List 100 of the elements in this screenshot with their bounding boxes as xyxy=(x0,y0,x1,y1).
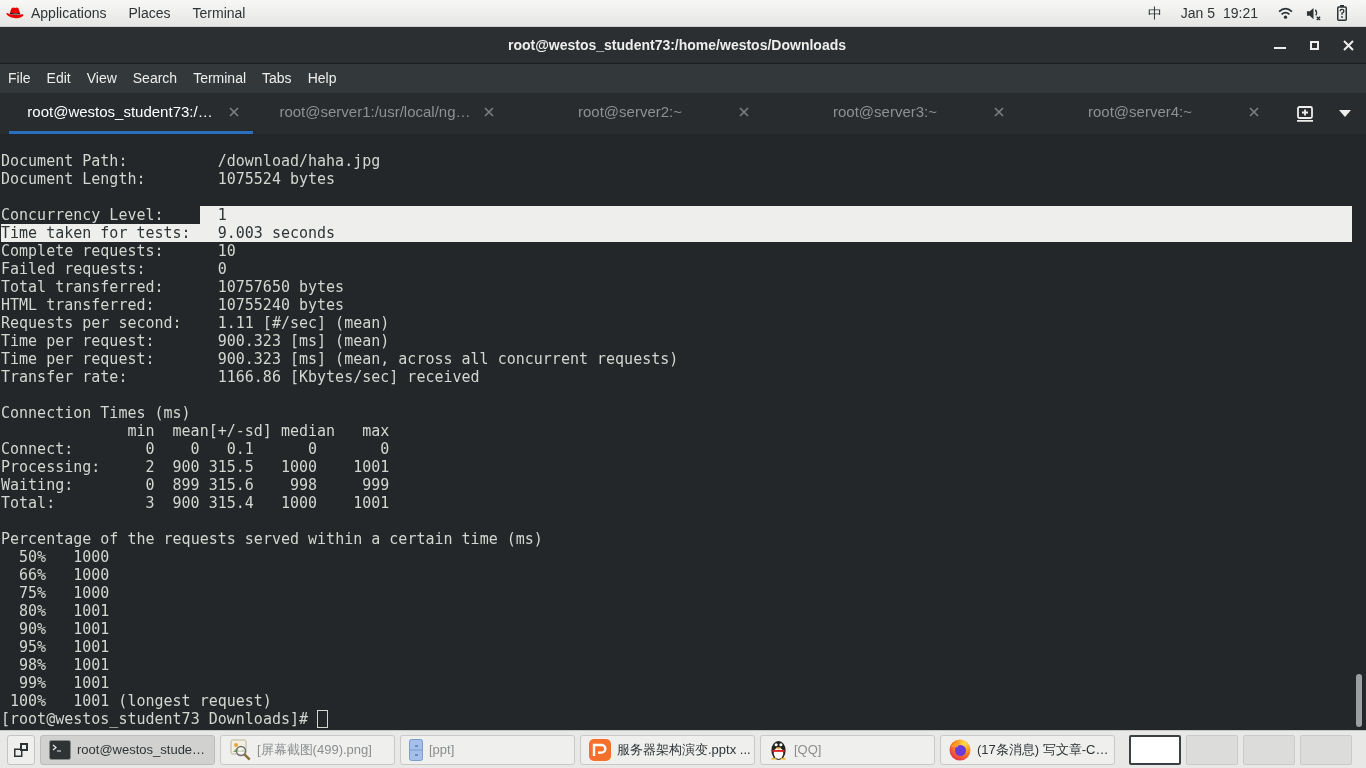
percentile-time: 1001 xyxy=(73,656,110,674)
table-cell: 1000 xyxy=(280,458,317,476)
section-heading: Connection Times (ms) xyxy=(1,404,191,422)
battery-unknown-icon[interactable] xyxy=(1337,5,1347,21)
dropdown-arrow-icon[interactable] xyxy=(1339,110,1351,117)
row-label: Processing: xyxy=(1,458,101,476)
menu-item[interactable]: Edit xyxy=(46,68,71,89)
terminal-tab[interactable]: root@server3:~ xyxy=(774,93,1018,134)
menu-item[interactable]: Terminal xyxy=(193,68,247,89)
table-cell: 900 xyxy=(172,494,200,512)
cursor-icon xyxy=(317,710,329,728)
table-cell: 999 xyxy=(362,476,390,494)
percentile-label: 80% xyxy=(19,602,47,620)
row-label: Waiting: xyxy=(1,476,74,494)
table-cell: 2 xyxy=(145,458,155,476)
hat-logo-icon[interactable] xyxy=(6,7,24,19)
field-value: 1075524 bytes xyxy=(217,170,336,188)
field-label: Failed requests: xyxy=(1,260,146,278)
penguin-icon xyxy=(769,738,788,761)
new-tab-icon[interactable] xyxy=(1297,105,1313,122)
percentile-time: 1000 xyxy=(73,566,110,584)
column-header: max xyxy=(362,422,390,440)
workspace-thumbnail[interactable] xyxy=(1129,734,1181,765)
terminal-tab[interactable]: root@server2:~ xyxy=(519,93,763,134)
browser-globe-icon xyxy=(949,738,971,761)
show-desktop-button[interactable] xyxy=(7,734,35,765)
table-cell: 1001 xyxy=(353,458,390,476)
maximize-icon[interactable] xyxy=(1310,40,1319,50)
field-value: 1 xyxy=(217,206,227,224)
percentile-label: 100% xyxy=(10,692,47,710)
table-cell: 0 xyxy=(145,476,155,494)
row-label: Connect: xyxy=(1,440,74,458)
terminal-tab[interactable]: root@server4:~ xyxy=(1029,93,1273,134)
table-cell: 0.1 xyxy=(226,440,254,458)
table-cell: 0 xyxy=(145,440,155,458)
top-bar-menu[interactable]: Applications xyxy=(31,2,107,24)
presentation-app-icon xyxy=(589,738,611,761)
percentile-time: 1000 xyxy=(73,548,110,566)
volume-muted-icon[interactable] xyxy=(1306,5,1321,21)
terminal-tab[interactable]: root@server1:/usr/local/ng… xyxy=(264,93,508,134)
clock-date[interactable]: Jan 5 xyxy=(1180,2,1215,24)
field-label: Requests per second: xyxy=(1,314,182,332)
table-cell: 900 xyxy=(172,458,200,476)
field-label: Concurrency Level: xyxy=(1,206,164,224)
table-cell: 998 xyxy=(289,476,317,494)
table-cell: 315.5 xyxy=(208,458,254,476)
field-value: /download/haha.jpg xyxy=(217,152,381,170)
field-value: 10 xyxy=(217,242,236,260)
table-cell: 1000 xyxy=(280,494,317,512)
table-cell: 0 xyxy=(308,440,317,458)
percentile-label: 66% xyxy=(19,566,47,584)
top-bar-menu[interactable]: Places xyxy=(128,2,171,24)
field-value: 9.003 seconds xyxy=(217,224,336,242)
top-bar-menu[interactable]: Terminal xyxy=(192,2,246,24)
percentile-time: 1001 xyxy=(73,674,110,692)
menu-item[interactable]: Search xyxy=(132,68,178,89)
percentile-time: 1001 (longest request) xyxy=(73,692,272,710)
table-cell: 0 xyxy=(190,440,200,458)
percentile-label: 99% xyxy=(19,674,47,692)
field-value: 0 xyxy=(217,260,227,278)
column-header: mean[+/-sd] xyxy=(172,422,272,440)
percentile-label: 90% xyxy=(19,620,47,638)
menu-item[interactable]: Help xyxy=(307,68,337,89)
table-cell: 315.4 xyxy=(208,494,254,512)
field-value: 10755240 bytes xyxy=(217,296,345,314)
shell-prompt: [root@westos_student73 Downloads]# xyxy=(1,710,309,728)
field-label: HTML transferred: xyxy=(1,296,155,314)
table-cell: 0 xyxy=(380,440,390,458)
field-label: Time per request: xyxy=(1,332,155,350)
table-cell: 3 xyxy=(145,494,155,512)
column-header: median xyxy=(280,422,336,440)
field-value: 900.323 [ms] (mean, across all concurrent requests) xyxy=(217,350,679,368)
taskbar-window-button[interactable]: (17条消息) 写文章-C… xyxy=(940,734,1115,765)
wifi-icon[interactable] xyxy=(1278,7,1293,19)
input-method-indicator[interactable]: 中 xyxy=(1147,2,1162,24)
menu-item[interactable]: Tabs xyxy=(262,68,292,89)
field-value: 1166.86 [Kbytes/sec] received xyxy=(217,368,480,386)
percentile-label: 98% xyxy=(19,656,47,674)
field-label: Time per request: xyxy=(1,350,155,368)
field-label: Document Path: xyxy=(1,152,128,170)
menu-item[interactable]: View xyxy=(86,68,117,89)
table-cell: 1001 xyxy=(353,494,390,512)
field-value: 10757650 bytes xyxy=(217,278,345,296)
field-label: Complete requests: xyxy=(1,242,164,260)
table-cell: 315.6 xyxy=(208,476,254,494)
percentile-label: 50% xyxy=(19,548,47,566)
percentile-time: 1001 xyxy=(73,638,110,656)
clock-time[interactable]: 19:21 xyxy=(1222,2,1258,24)
menu-item[interactable]: File xyxy=(8,68,31,89)
window-title: root@westos_student73:/home/westos/Downloads xyxy=(507,35,846,55)
column-header: min xyxy=(127,422,155,440)
percentile-time: 1001 xyxy=(73,602,110,620)
scrollbar-thumb[interactable] xyxy=(1356,674,1362,727)
file-cabinet-icon xyxy=(409,738,423,761)
percentile-time: 1001 xyxy=(73,620,110,638)
image-viewer-icon xyxy=(229,738,251,761)
taskbar-window-button[interactable]: root@westos_stude… xyxy=(40,734,215,765)
field-label: Time taken for tests: xyxy=(1,224,191,242)
field-label: Total transferred: xyxy=(1,278,164,296)
taskbar-window-button[interactable]: 服务器架构演变.pptx ... xyxy=(580,734,755,765)
